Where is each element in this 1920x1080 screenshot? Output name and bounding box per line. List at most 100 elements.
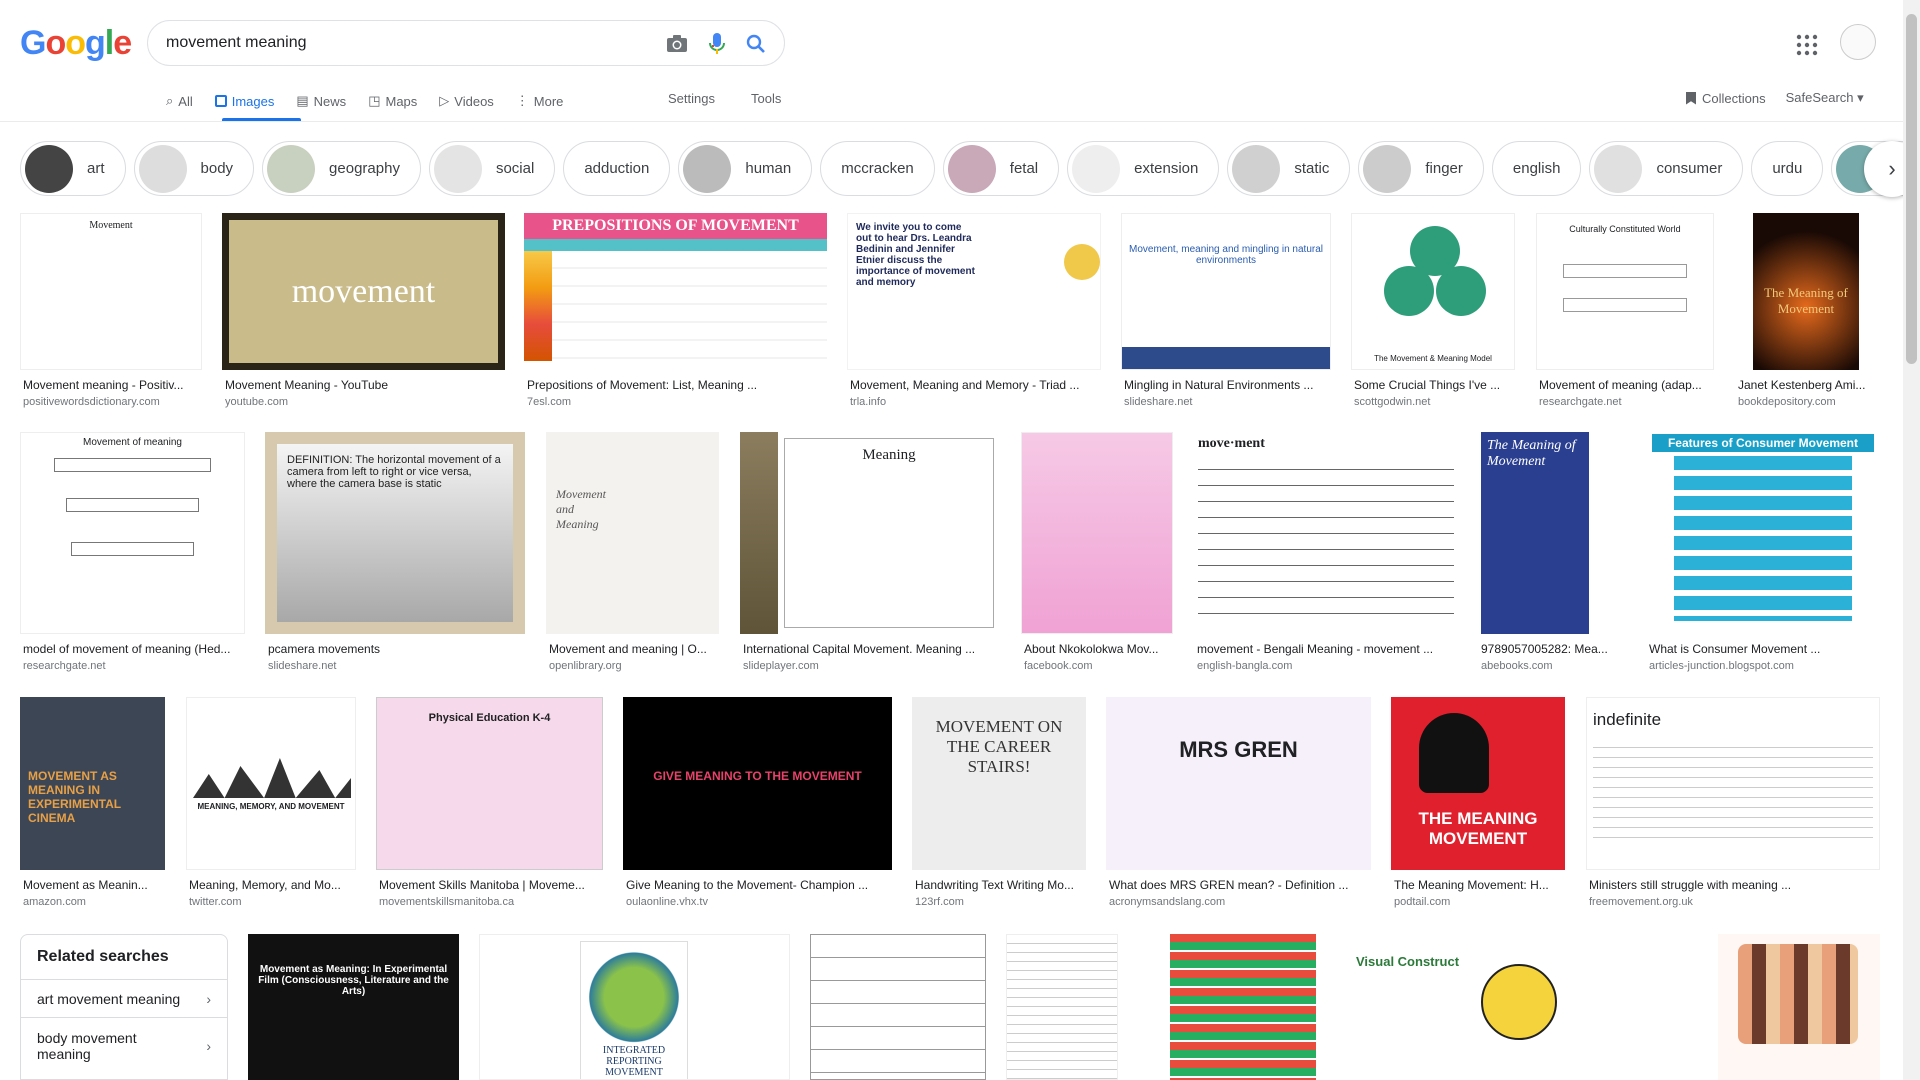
chip[interactable]: art [20,141,126,196]
scrollbar-thumb[interactable] [1906,14,1917,364]
image-result[interactable]: DEFINITION: The horizontal movement of a… [265,432,525,672]
result-thumbnail: GIVE MEANING TO THE MOVEMENT [623,697,892,870]
image-result[interactable]: Physical Education K-4 Movement Skills M… [376,697,603,908]
image-result[interactable]: GIVE MEANING TO THE MOVEMENT Give Meanin… [623,697,892,908]
apps-grid-icon[interactable] [1795,33,1819,57]
tab-news[interactable]: ▤ News [296,88,346,114]
chip-thumbnail [1363,144,1412,193]
chip[interactable]: adduction [563,141,671,196]
result-thumbnail [1006,934,1118,1080]
related-search-item[interactable]: art movement meaning › [21,979,227,1017]
image-result[interactable]: Meaning International Capital Movement. … [740,432,1000,672]
image-result[interactable]: We invite you to come out to hear Drs. L… [847,213,1101,408]
image-result[interactable]: Movement Movement meaning - Positiv... p… [20,213,202,408]
image-result[interactable]: movement Movement Meaning - YouTube yout… [222,213,505,408]
tools-link[interactable]: Tools [751,91,781,106]
result-thumbnail: MOVEMENT ON THE CAREER STAIRS! [912,697,1086,870]
image-result[interactable] [1718,934,1880,1080]
result-source: twitter.com [189,896,242,908]
thumbnail-text: indefinite [1593,710,1662,729]
chip[interactable]: static [1227,141,1351,196]
tab-all[interactable]: ⌕ All [166,88,193,114]
chip[interactable]: geography [262,141,421,196]
account-avatar[interactable] [1840,24,1876,60]
google-logo[interactable]: Google [20,24,132,63]
chip[interactable]: body [133,141,255,196]
chip-thumbnail [1594,144,1643,193]
page-scrollbar[interactable] [1903,0,1920,1080]
chip-label: english [1512,160,1561,177]
thumbnail-text: Movement as Meaning: In Experimental Fil… [258,964,449,997]
result-thumbnail: Meaning [740,432,1000,634]
chip[interactable]: finger [1358,141,1484,196]
settings-link[interactable]: Settings [668,91,715,106]
chip[interactable]: mccracken [820,141,935,196]
result-source: 7esl.com [527,396,572,408]
tab-maps[interactable]: ◳ Maps [368,88,417,114]
result-source: researchgate.net [1539,396,1622,408]
chip[interactable]: english [1491,141,1582,196]
result-source: positivewordsdictionary.com [23,396,160,408]
thumbnail-text: Movement of meaning [83,437,182,448]
search-box [147,20,785,66]
camera-icon[interactable] [666,33,688,55]
chip-thumbnail [25,144,73,193]
chip-label: consumer [1656,160,1723,177]
collections-link[interactable]: Collections [1686,91,1766,106]
image-result[interactable]: THE MEANING MOVEMENT The Meaning Movemen… [1391,697,1565,908]
image-result[interactable]: Features of Consumer Movement What is Co… [1646,432,1880,672]
result-caption: About Nkokolokwa Mov... [1024,642,1159,656]
image-result[interactable]: move·ment movement - Bengali Meaning - m… [1194,432,1458,672]
image-result[interactable]: The Meaning of Movement Janet Kestenberg… [1735,213,1880,408]
microphone-icon[interactable] [706,33,728,55]
chip[interactable]: fetal [942,141,1060,196]
image-result[interactable]: Movement and Meaning Movement and meanin… [546,432,719,672]
image-result[interactable] [1170,934,1316,1080]
image-result[interactable]: indefinite Ministers still struggle with… [1586,697,1880,908]
safesearch-menu[interactable]: SafeSearch ▾ [1786,90,1864,106]
chevron-right-icon: › [206,990,211,1007]
result-source: researchgate.net [23,660,106,672]
search-icon[interactable] [745,33,767,55]
image-result[interactable] [810,934,986,1080]
image-result[interactable]: MRS GREN What does MRS GREN mean? - Defi… [1106,697,1371,908]
image-result[interactable]: Movement of meaning model of movement of… [20,432,245,672]
tab-more[interactable]: ⋮ More [516,88,564,114]
header-divider [0,121,1920,122]
search-input[interactable] [166,21,636,65]
image-result[interactable]: The Meaning of Movement 9789057005282: M… [1478,432,1626,672]
chip[interactable]: consumer [1589,141,1744,196]
result-source: abebooks.com [1481,660,1553,672]
image-result[interactable]: MOVEMENT ON THE CAREER STAIRS! Handwriti… [912,697,1086,908]
image-result[interactable]: The Movement & Meaning Model Some Crucia… [1351,213,1515,408]
dropdown-arrow-icon: ▾ [1853,90,1864,105]
result-source: english-bangla.com [1197,660,1293,672]
thumbnail-text: INTEGRATED REPORTING MOVEMENT [602,1045,666,1078]
image-result[interactable] [1006,934,1118,1080]
image-result[interactable]: MOVEMENT AS MEANING IN EXPERIMENTAL CINE… [20,697,165,908]
tab-images[interactable]: Images [214,88,275,114]
chip[interactable]: extension [1067,141,1220,196]
result-caption: Movement meaning - Positiv... [23,378,184,392]
result-source: oulaonline.vhx.tv [626,896,708,908]
image-result[interactable]: Visual Construct [1336,934,1698,1080]
image-result[interactable]: Culturally Constituted World Movement of… [1536,213,1714,408]
result-caption: Movement of meaning (adap... [1539,378,1702,392]
result-thumbnail [1718,934,1880,1080]
image-result[interactable]: PREPOSITIONS OF MOVEMENT Prepositions of… [524,213,827,408]
image-result[interactable]: MEANING, MEMORY, AND MOVEMENT Meaning, M… [186,697,356,908]
thumbnail-text: Culturally Constituted World [1569,224,1681,234]
tab-label: Images [231,93,275,109]
image-result[interactable]: About Nkokolokwa Mov... facebook.com [1021,432,1173,672]
chip[interactable]: urdu [1751,141,1824,196]
related-search-item[interactable]: body movement meaning › [21,1017,227,1073]
image-result[interactable]: INTEGRATED REPORTING MOVEMENT [479,934,790,1080]
chip[interactable]: social [428,141,556,196]
thumbnail-text: PREPOSITIONS OF MOVEMENT [552,217,799,234]
result-caption: model of movement of meaning (Hed... [23,642,231,656]
tab-videos[interactable]: ▷ Videos [439,88,494,114]
image-result[interactable]: Movement as Meaning: In Experimental Fil… [248,934,459,1080]
image-result[interactable]: Movement, meaning and mingling in natura… [1121,213,1331,408]
result-thumbnail: Movement and Meaning [546,432,719,634]
chip[interactable]: human [678,141,813,196]
